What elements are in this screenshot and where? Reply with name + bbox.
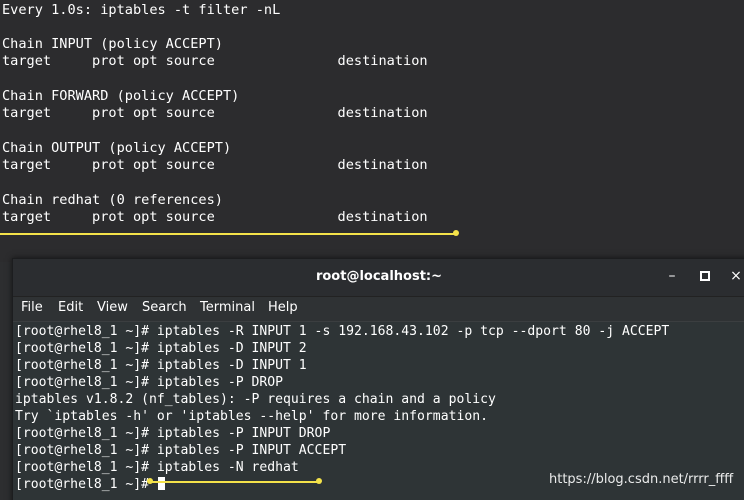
chain-forward-line: Chain FORWARD (policy ACCEPT): [2, 88, 240, 104]
menu-file[interactable]: File: [21, 300, 43, 315]
text-cursor: [157, 477, 165, 490]
prompt-line: [root@rhel8_1 ~]#: [15, 476, 165, 493]
watch-terminal: Every 1.0s: iptables -t filter -nL Chain…: [0, 0, 744, 262]
annotation-dot-bottom-left: [147, 478, 153, 484]
terminal-line: [root@rhel8_1 ~]# iptables -D INPUT 2: [15, 341, 307, 356]
annotation-underline-top: [0, 233, 456, 235]
minimize-icon[interactable]: –: [663, 268, 681, 284]
chain-redhat-header: target prot opt source destination: [2, 209, 428, 225]
annotation-underline-bottom: [150, 481, 320, 483]
menu-search[interactable]: Search: [142, 300, 187, 315]
terminal-line: [root@rhel8_1 ~]# iptables -D INPUT 1: [15, 358, 307, 373]
chain-forward-header: target prot opt source destination: [2, 105, 428, 121]
terminal-line: [root@rhel8_1 ~]# iptables -P INPUT ACCE…: [15, 443, 347, 458]
menu-bar: File Edit View Search Terminal Help: [13, 297, 744, 322]
chain-output-header: target prot opt source destination: [2, 157, 428, 173]
terminal-line: [root@rhel8_1 ~]# iptables -P DROP: [15, 375, 284, 390]
terminal-window: root@localhost:~ – × File Edit View Sear…: [12, 258, 744, 500]
terminal-line: [root@rhel8_1 ~]# iptables -N redhat: [15, 460, 299, 475]
annotation-dot-bottom-right: [316, 478, 322, 484]
terminal-line: iptables v1.8.2 (nf_tables): -P requires…: [15, 392, 496, 407]
menu-edit[interactable]: Edit: [58, 300, 83, 315]
menu-terminal[interactable]: Terminal: [200, 300, 255, 315]
terminal-line: Try `iptables -h' or 'iptables --help' f…: [15, 409, 488, 424]
chain-output-line: Chain OUTPUT (policy ACCEPT): [2, 140, 232, 156]
prompt-text: [root@rhel8_1 ~]#: [15, 477, 157, 492]
menu-help[interactable]: Help: [268, 300, 298, 315]
title-bar[interactable]: root@localhost:~ – ×: [13, 259, 744, 297]
watch-header-line: Every 1.0s: iptables -t filter -nL: [2, 2, 281, 18]
chain-input-line: Chain INPUT (policy ACCEPT): [2, 36, 223, 52]
annotation-dot-top: [453, 230, 459, 236]
close-icon[interactable]: ×: [727, 268, 744, 284]
maximize-square-icon: [700, 271, 710, 281]
chain-input-header: target prot opt source destination: [2, 53, 428, 69]
window-title: root@localhost:~: [315, 269, 443, 284]
menu-view[interactable]: View: [97, 300, 128, 315]
chain-redhat-line: Chain redhat (0 references): [2, 192, 223, 208]
maximize-icon[interactable]: [696, 268, 714, 285]
terminal-line: [root@rhel8_1 ~]# iptables -R INPUT 1 -s…: [15, 324, 670, 339]
terminal-line: [root@rhel8_1 ~]# iptables -P INPUT DROP: [15, 426, 331, 441]
watermark-text: https://blog.csdn.net/rrrr_ffff: [549, 472, 734, 487]
